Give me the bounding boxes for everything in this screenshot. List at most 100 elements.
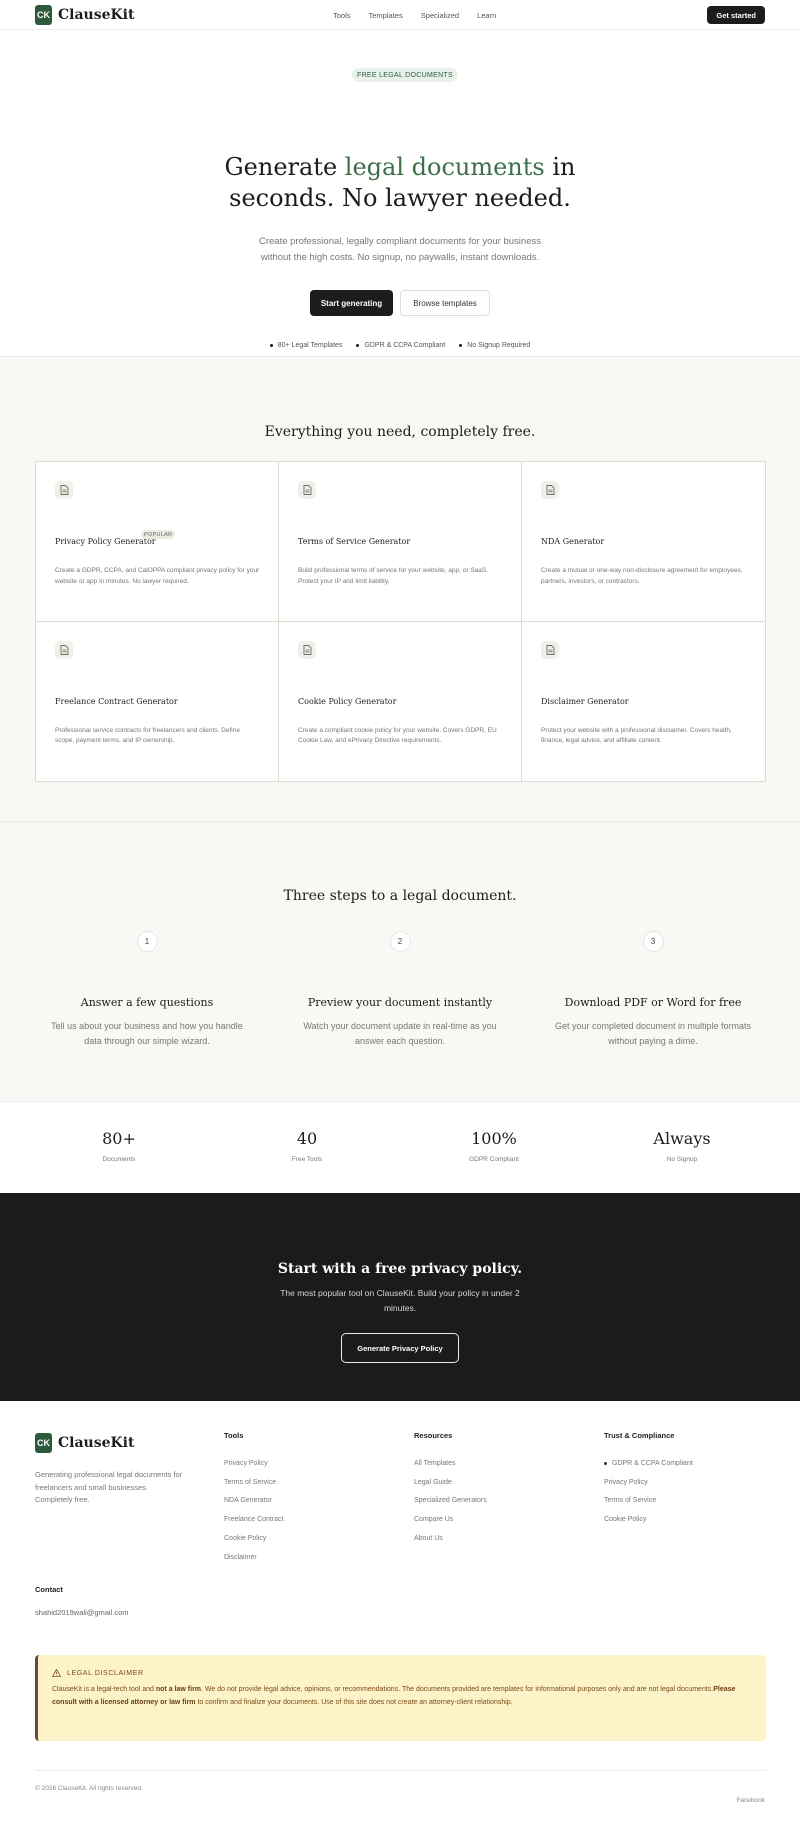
trust-items: 80+ Legal Templates GDPR & CCPA Complian… [0, 342, 800, 349]
stats-section: 80+ Documents 40 Free Tools 100% GDPR Co… [0, 1102, 800, 1193]
footer-link[interactable]: NDA Generator [224, 1492, 284, 1511]
tool-card-cookie-policy[interactable]: Cookie Policy Generator Create a complia… [279, 621, 522, 781]
document-icon [541, 481, 559, 499]
footer-link[interactable]: Cookie Policy [224, 1529, 284, 1548]
stat-free-tools: 40 Free Tools [237, 1129, 377, 1163]
hero-title-post: in [544, 153, 576, 181]
disclaimer-text: to confirm and finalize your documents. … [195, 1698, 513, 1706]
step-title: Preview your document instantly [307, 996, 493, 1009]
disclaimer-bold: not a law firm [155, 1686, 202, 1693]
footer-link[interactable]: Privacy Policy [604, 1473, 693, 1492]
step-description: Get your completed document in multiple … [554, 1021, 752, 1046]
footer-link[interactable]: Disclaimer [224, 1548, 284, 1567]
steps-section: Three steps to a legal document. 1 Answe… [0, 822, 800, 1102]
step-title: Answer a few questions [80, 996, 214, 1009]
brand-name: ClauseKit [58, 6, 135, 23]
nav-link-specialized[interactable]: Specialized [421, 11, 459, 20]
footer-link[interactable]: About Us [414, 1529, 487, 1548]
disclaimer-body: ClauseKit is a legal-tech tool and not a… [52, 1684, 752, 1709]
tools-grid: Privacy Policy Generator POPULAR Create … [35, 461, 766, 782]
footer-link[interactable]: Freelance Contract [224, 1510, 284, 1529]
nav-link-tools[interactable]: Tools [333, 11, 351, 20]
tool-card-disclaimer[interactable]: Disclaimer Generator Protect your websit… [522, 622, 765, 782]
footer-link[interactable]: Terms of Service [224, 1473, 284, 1492]
tool-card-terms-of-service[interactable]: Terms of Service Generator Build profess… [279, 462, 522, 622]
document-icon [55, 640, 73, 659]
cta-section: Start with a free privacy policy. The mo… [0, 1193, 800, 1401]
document-icon [541, 640, 559, 659]
warning-icon [52, 1669, 61, 1677]
footer-link[interactable]: GDPR & CCPA Compliant [604, 1454, 693, 1473]
steps-title: Three steps to a legal document. [283, 888, 517, 904]
card-description: Create a compliant cookie policy for you… [298, 726, 497, 745]
logo-mark: CK [35, 4, 52, 25]
footer-divider [35, 1770, 766, 1771]
contact-heading: Contact [35, 1585, 63, 1594]
disclaimer-text: ClauseKit is a legal-tech tool and [52, 1686, 156, 1693]
popular-badge: POPULAR [141, 530, 176, 539]
brand-logo[interactable]: CK ClauseKit [35, 4, 135, 25]
step-number: 1 [136, 931, 158, 952]
trust-item: No Signup Required [459, 342, 530, 349]
stat-label: No Signup [666, 1156, 698, 1163]
tool-card-freelance-contract[interactable]: Freelance Contract Generator Professiona… [36, 621, 279, 781]
footer-heading: Trust & Compliance [604, 1431, 675, 1440]
stat-documents: 80+ Documents [49, 1129, 189, 1163]
card-title: Disclaimer Generator [541, 696, 629, 706]
footer-link[interactable]: Cookie Policy [604, 1510, 693, 1529]
card-title: Cookie Policy Generator [298, 696, 397, 706]
footer-link[interactable]: Specialized Generators [414, 1492, 487, 1511]
footer-link[interactable]: All Templates [414, 1454, 487, 1473]
footer-description: Generating professional legal documents … [35, 1470, 183, 1504]
document-icon [298, 640, 316, 659]
contact-email[interactable]: shahid2019wali@gmail.com [35, 1608, 129, 1617]
footer-brand[interactable]: CK ClauseKit [35, 1433, 134, 1453]
features-section: Everything you need, completely free. Pr… [0, 357, 800, 822]
disclaimer-heading: LEGAL DISCLAIMER [67, 1669, 144, 1677]
footer-heading: Tools [224, 1431, 244, 1440]
stat-label: Free Tools [291, 1156, 323, 1163]
footer-link[interactable]: Privacy Policy [224, 1454, 284, 1473]
card-title: Terms of Service Generator [298, 537, 411, 546]
get-started-button[interactable]: Get started [707, 6, 765, 24]
footer-link[interactable]: Legal Guide [414, 1473, 487, 1492]
disclaimer-header: LEGAL DISCLAIMER [52, 1669, 752, 1677]
stat-value: 80+ [102, 1129, 136, 1148]
stat-no-signup: Always No Signup [612, 1129, 752, 1163]
tool-card-nda[interactable]: NDA Generator Create a mutual or one-way… [522, 462, 765, 622]
nav-link-learn[interactable]: Learn [477, 11, 496, 20]
footer-link[interactable]: Compare Us [414, 1510, 487, 1529]
stat-value: Always [653, 1129, 711, 1148]
footer-heading: Resources [414, 1431, 453, 1440]
card-title: NDA Generator [541, 537, 605, 546]
nav-links: Tools Templates Specialized Learn [333, 0, 496, 30]
step-description: Tell us about your business and how you … [51, 1021, 243, 1046]
trust-item: 80+ Legal Templates [270, 342, 343, 349]
hero-title-pre: Generate [224, 153, 345, 181]
card-title: Privacy Policy Generator [55, 537, 156, 546]
card-description: Build professional terms of service for … [298, 567, 489, 585]
step-2: 2 Preview your document instantly Watch … [295, 931, 505, 1049]
hero-badge: FREE LEGAL DOCUMENTS [352, 68, 458, 82]
brand-name: ClauseKit [58, 1435, 135, 1451]
document-icon [298, 481, 316, 499]
footer-link[interactable]: Terms of Service [604, 1492, 693, 1511]
document-icon [55, 481, 73, 499]
step-title: Download PDF or Word for free [564, 996, 742, 1009]
step-description: Watch your document update in real-time … [303, 1021, 497, 1046]
copyright: © 2026 ClauseKit. All rights reserved. [35, 1785, 143, 1792]
generate-privacy-policy-button[interactable]: Generate Privacy Policy [341, 1333, 459, 1363]
tool-card-privacy-policy[interactable]: Privacy Policy Generator POPULAR Create … [36, 462, 279, 622]
footer-column-trust: Trust & Compliance GDPR & CCPA Compliant… [604, 1431, 693, 1529]
nav-link-templates[interactable]: Templates [369, 11, 403, 20]
card-description: Protect your website with a professional… [541, 726, 732, 745]
browse-templates-button[interactable]: Browse templates [400, 290, 490, 316]
step-number: 3 [642, 931, 664, 952]
start-generating-button[interactable]: Start generating [310, 290, 393, 316]
step-3: 3 Download PDF or Word for free Get your… [548, 931, 758, 1049]
features-title: Everything you need, completely free. [264, 424, 536, 440]
hero-title: Generate legal documents in seconds. No … [0, 152, 800, 214]
top-nav: CK ClauseKit Tools Templates Specialized… [0, 0, 800, 30]
hero-title-line2: seconds. No lawyer needed. [229, 184, 571, 212]
facebook-link[interactable]: Facebook [736, 1797, 765, 1804]
